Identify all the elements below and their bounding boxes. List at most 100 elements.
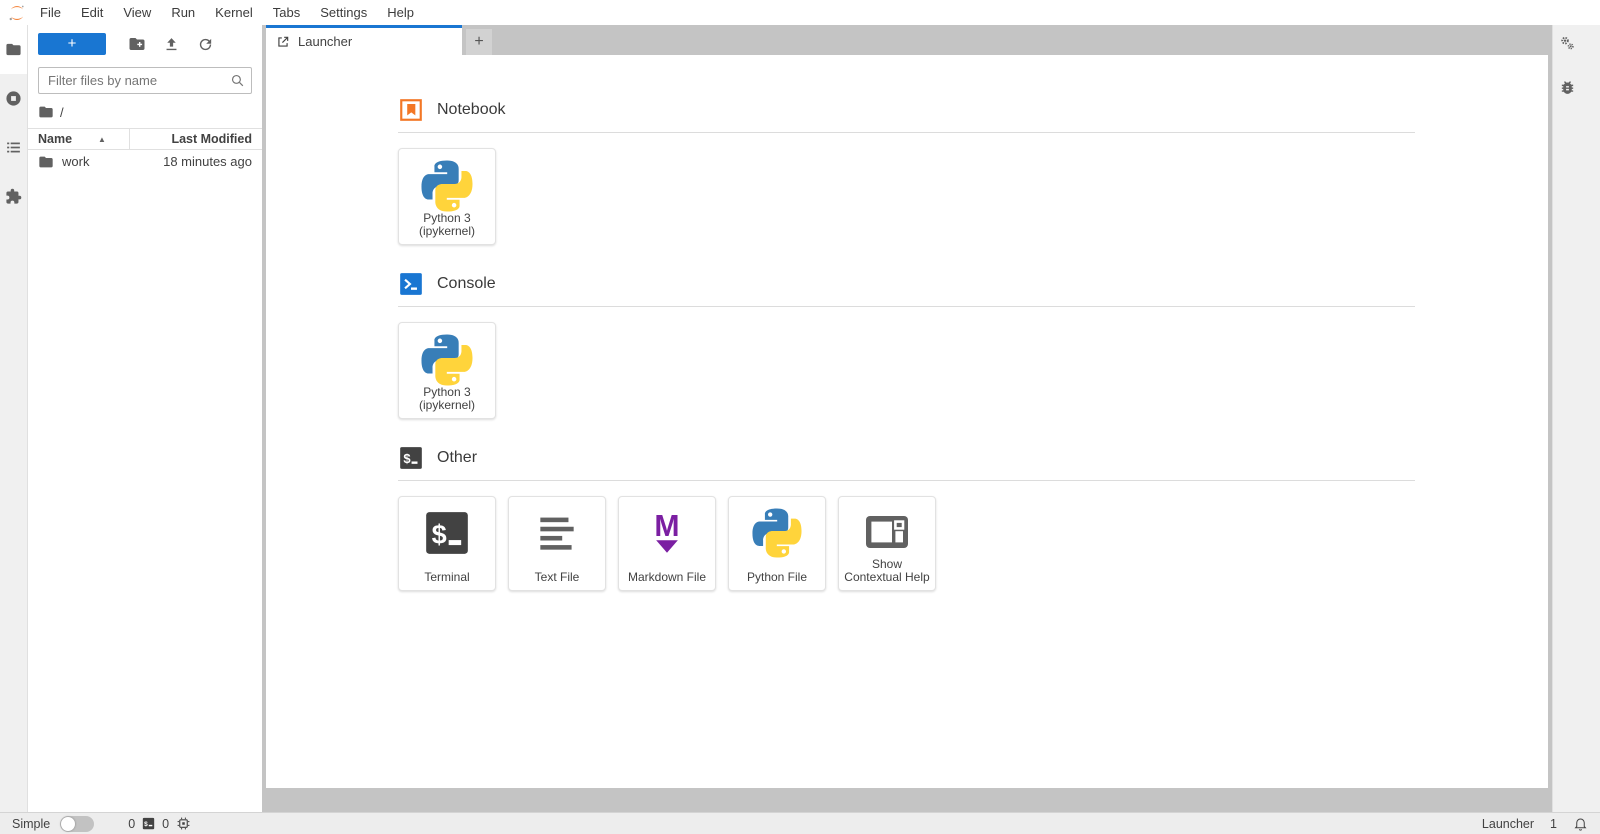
card-label: Terminal [424, 569, 470, 584]
toggle-knob [61, 816, 76, 831]
card-notebook-python3[interactable]: Python 3 (ipykernel) [398, 148, 496, 246]
folder-icon [5, 41, 22, 58]
list-icon [5, 139, 22, 156]
menu-help[interactable]: Help [377, 0, 424, 25]
sidebar-tab-toc[interactable] [0, 123, 27, 172]
card-text-file[interactable]: Text File [508, 496, 606, 592]
section-divider [398, 306, 1415, 308]
launcher-section-other: $ Other $ Terminal Text File M Markdown … [398, 445, 1415, 592]
terminal-count: 0 [128, 816, 136, 831]
launcher-section-console: Console Python 3 (ipykernel) [398, 271, 1415, 420]
terminal-icon: $ [422, 508, 472, 558]
column-header-name[interactable]: Name ▲ [28, 129, 130, 149]
contextual-help-icon [863, 508, 911, 556]
puzzle-icon [5, 188, 22, 205]
card-console-python3[interactable]: Python 3 (ipykernel) [398, 322, 496, 420]
menu-tabs[interactable]: Tabs [263, 0, 310, 25]
new-tab-button[interactable]: + [466, 29, 492, 55]
section-title: Notebook [437, 101, 506, 118]
section-divider [398, 132, 1415, 133]
python-logo [421, 334, 473, 386]
bug-icon [1559, 79, 1576, 96]
menu-file[interactable]: File [30, 0, 71, 25]
sidebar-tab-file-browser[interactable] [0, 25, 27, 74]
card-label: Show Contextual Help [844, 557, 930, 584]
upload-button[interactable] [154, 33, 188, 55]
file-browser-panel: + Filter files by name / Name ▲ Last Mod… [28, 25, 262, 812]
menu-view[interactable]: View [113, 0, 161, 25]
folder-icon [38, 154, 54, 170]
menu-run[interactable]: Run [161, 0, 205, 25]
svg-text:$: $ [403, 451, 411, 466]
jupyter-logo [4, 2, 30, 24]
new-folder-icon [128, 35, 146, 53]
refresh-button[interactable] [188, 33, 222, 55]
file-name: work [62, 154, 90, 169]
filter-files-wrap [38, 67, 252, 94]
python-logo [421, 160, 473, 212]
sidebar-tab-debugger[interactable] [1559, 79, 1576, 96]
right-activity-bar [1552, 25, 1600, 812]
card-terminal[interactable]: $ Terminal [398, 496, 496, 592]
statusbar-context: Launcher [1481, 816, 1535, 831]
menu-edit[interactable]: Edit [71, 0, 113, 25]
file-browser-toolbar: + [28, 25, 262, 61]
card-label: Text File [534, 569, 580, 584]
menu-kernel[interactable]: Kernel [205, 0, 263, 25]
status-bar: Simple 0 $ 0 Launcher 1 [0, 812, 1600, 834]
file-modified: 18 minutes ago [163, 154, 252, 169]
breadcrumb[interactable]: / [28, 98, 262, 128]
file-list-header: Name ▲ Last Modified [28, 128, 262, 150]
kernel-chip-icon [176, 816, 191, 831]
tab-bar: Launcher + [262, 25, 1552, 55]
tab-label: Launcher [298, 34, 353, 49]
card-python-file[interactable]: Python File [728, 496, 826, 592]
sort-ascending-icon: ▲ [98, 134, 106, 144]
tab-launcher[interactable]: Launcher [266, 25, 462, 55]
breadcrumb-root: / [60, 104, 64, 120]
launcher-section-notebook: Notebook Python 3 (ipykernel) [398, 97, 1415, 246]
launcher-panel: Notebook Python 3 (ipykernel) Console Py… [266, 55, 1548, 788]
notifications-button[interactable] [1573, 816, 1588, 832]
dock-body: Notebook Python 3 (ipykernel) Console Py… [262, 55, 1552, 812]
menu-bar: File Edit View Run Kernel Tabs Settings … [0, 0, 1600, 25]
kernel-subname: (ipykernel) [418, 397, 475, 412]
simple-mode-toggle[interactable] [60, 815, 95, 832]
new-folder-button[interactable] [120, 33, 154, 55]
terminal-icon: $ [142, 817, 155, 830]
text-file-icon [532, 508, 582, 558]
gears-icon [1559, 35, 1576, 52]
menu-settings[interactable]: Settings [310, 0, 377, 25]
card-label: Markdown File [627, 569, 707, 584]
card-markdown-file[interactable]: M Markdown File [618, 496, 716, 592]
file-row-work[interactable]: work 18 minutes ago [28, 150, 262, 173]
sidebar-tab-extensions[interactable] [0, 172, 27, 221]
left-activity-bar [0, 25, 28, 812]
refresh-icon [197, 36, 214, 53]
section-title: Other [437, 449, 478, 467]
dock-panel: Launcher + Notebook Python 3 (ipykernel)… [262, 25, 1552, 812]
new-launcher-button[interactable]: + [38, 33, 106, 55]
console-icon [398, 271, 424, 297]
stop-circle-icon [5, 90, 22, 107]
terminal-icon: $ [398, 445, 424, 471]
sidebar-tab-property-inspector[interactable] [1559, 35, 1576, 52]
kernel-subname: (ipykernel) [418, 223, 475, 238]
search-icon [229, 72, 246, 89]
section-title: Console [437, 275, 496, 293]
svg-text:$: $ [432, 519, 447, 550]
filter-files-input[interactable] [38, 67, 252, 94]
column-header-modified[interactable]: Last Modified [130, 132, 262, 146]
section-divider [398, 480, 1415, 482]
notification-count: 1 [1550, 816, 1557, 831]
markdown-icon: M [642, 508, 692, 558]
simple-mode-label: Simple [12, 816, 51, 831]
launcher-icon [276, 35, 290, 49]
svg-text:$: $ [144, 821, 148, 828]
svg-text:M: M [654, 511, 679, 544]
sidebar-tab-running[interactable] [0, 74, 27, 123]
card-show-contextual-help[interactable]: Show Contextual Help [838, 496, 936, 592]
card-label: Python File [746, 569, 808, 584]
upload-icon [163, 36, 180, 53]
folder-icon [38, 104, 54, 120]
